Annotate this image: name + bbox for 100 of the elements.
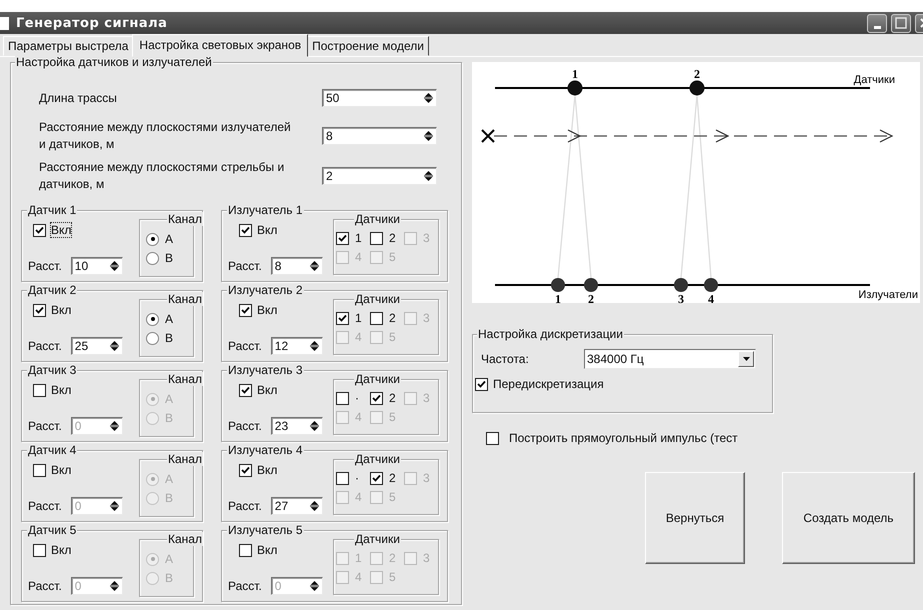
spin-arrows-icon[interactable]	[424, 130, 433, 142]
checkbox[interactable]	[336, 232, 349, 244]
spin-arrows-icon[interactable]	[310, 260, 319, 272]
dropdown-arrow-icon[interactable]	[742, 357, 750, 361]
checkbox[interactable]	[239, 544, 252, 556]
tab[interactable]: Построение модели	[307, 36, 429, 56]
spin-field[interactable]: 2	[322, 167, 437, 185]
tab[interactable]: Настройка световых экранов	[132, 34, 308, 57]
spin-arrows-icon[interactable]	[110, 260, 119, 272]
checkbox[interactable]	[486, 432, 499, 444]
radio-button[interactable]	[146, 232, 159, 246]
spin-arrows-icon[interactable]	[310, 500, 319, 512]
checkbox-label: 2	[389, 471, 396, 485]
spin-field[interactable]: 8	[270, 257, 323, 275]
spin-field[interactable]: 25	[70, 337, 123, 355]
checkbox[interactable]	[33, 464, 46, 476]
sensor-number: 2	[694, 67, 700, 81]
tab[interactable]: Параметры выстрела	[3, 36, 134, 56]
checkbox-label: 2	[389, 391, 396, 405]
group-title: Излучатель 5	[227, 523, 304, 537]
app-icon	[0, 16, 9, 30]
checkbox-label: 1	[355, 311, 362, 325]
spin-field[interactable]: 50	[322, 89, 437, 107]
group-title: Датчик 5	[27, 523, 78, 537]
radio-button[interactable]	[146, 252, 159, 264]
checkbox[interactable]	[336, 392, 349, 404]
maximize-icon	[895, 17, 907, 29]
spin-field[interactable]: 12	[270, 337, 323, 355]
distance-label: Расст.	[28, 259, 62, 273]
spin-arrows-icon[interactable]	[110, 580, 119, 592]
back-button[interactable]: Вернуться	[645, 472, 745, 564]
checkbox-label: ·	[355, 471, 359, 485]
distance-label: Расст.	[228, 579, 262, 593]
group-title: Канал	[167, 372, 203, 386]
checkbox[interactable]	[370, 392, 383, 404]
checkbox[interactable]	[239, 224, 252, 236]
checkbox-label: 2	[389, 311, 396, 325]
checkbox-label: 3	[423, 471, 430, 485]
checkbox[interactable]	[239, 464, 252, 476]
group-title: Излучатель 3	[227, 363, 304, 377]
checkbox-label: Вкл	[257, 543, 278, 557]
create-button[interactable]: Создать модель	[782, 472, 915, 564]
maximize-button[interactable]	[891, 14, 911, 32]
spin-arrows-icon[interactable]	[424, 92, 433, 104]
checkbox[interactable]	[336, 312, 349, 324]
group-title: Излучатель 2	[227, 283, 304, 297]
checkbox-label: Вкл	[51, 543, 72, 557]
field-label: Длина трассы	[39, 90, 118, 106]
checkbox[interactable]	[239, 304, 252, 316]
spin-field[interactable]: 10	[70, 257, 123, 275]
checkbox[interactable]	[33, 384, 46, 396]
minimize-button[interactable]	[867, 14, 887, 32]
emitter-marker	[584, 278, 598, 292]
sensor-number: 1	[572, 67, 578, 81]
radio-label: B	[165, 251, 174, 265]
radio-button[interactable]	[146, 312, 159, 326]
spin-arrows-icon[interactable]	[110, 500, 119, 512]
field-label: Частота:	[481, 352, 530, 366]
checkbox[interactable]	[33, 544, 46, 556]
radio-button[interactable]	[146, 412, 159, 424]
distance-label: Расст.	[28, 579, 62, 593]
checkbox[interactable]	[475, 378, 488, 390]
checkbox[interactable]	[370, 232, 383, 244]
checkbox[interactable]	[370, 472, 383, 484]
spin-arrows-icon[interactable]	[310, 420, 319, 432]
checkbox[interactable]	[336, 472, 349, 484]
emitter-marker	[551, 278, 565, 292]
checkbox-label: 1	[355, 551, 362, 565]
checkbox-label: 4	[355, 410, 362, 424]
radio-label: A	[165, 472, 174, 486]
group-title: Датчик 3	[27, 363, 78, 377]
radio-button[interactable]	[146, 572, 159, 584]
spin-arrows-icon[interactable]	[110, 420, 119, 432]
radio-button[interactable]	[146, 552, 159, 566]
radio-button[interactable]	[146, 492, 159, 504]
emitter-marker	[674, 278, 688, 292]
spin-arrows-icon[interactable]	[110, 340, 119, 352]
spin-arrows-icon[interactable]	[424, 170, 433, 182]
checkbox-label: 2	[389, 551, 396, 565]
radio-button[interactable]	[146, 392, 159, 406]
spin-field[interactable]: 23	[270, 417, 323, 435]
checkbox[interactable]	[33, 304, 46, 316]
radio-button[interactable]	[146, 472, 159, 486]
checkbox-label: Вкл	[257, 223, 278, 237]
spin-field[interactable]: 27	[270, 497, 323, 515]
checkbox[interactable]	[239, 384, 252, 396]
checkbox-label: Вкл	[51, 383, 72, 397]
checkbox[interactable]	[370, 312, 383, 324]
checkbox-label: 5	[389, 410, 396, 424]
spin-field[interactable]: 8	[322, 127, 437, 145]
frequency-dropdown[interactable]: 384000 Гц	[584, 349, 756, 369]
spin-arrows-icon[interactable]	[310, 340, 319, 352]
group-title: Излучатель 1	[227, 203, 304, 217]
emitter-marker	[704, 278, 718, 292]
checkbox[interactable]	[33, 224, 46, 236]
group-title: Датчик 2	[27, 283, 78, 297]
checkbox-label: 3	[423, 311, 430, 325]
spin-arrows-icon[interactable]	[310, 580, 319, 592]
radio-button[interactable]	[146, 332, 159, 344]
group-title: Канал	[167, 212, 203, 226]
